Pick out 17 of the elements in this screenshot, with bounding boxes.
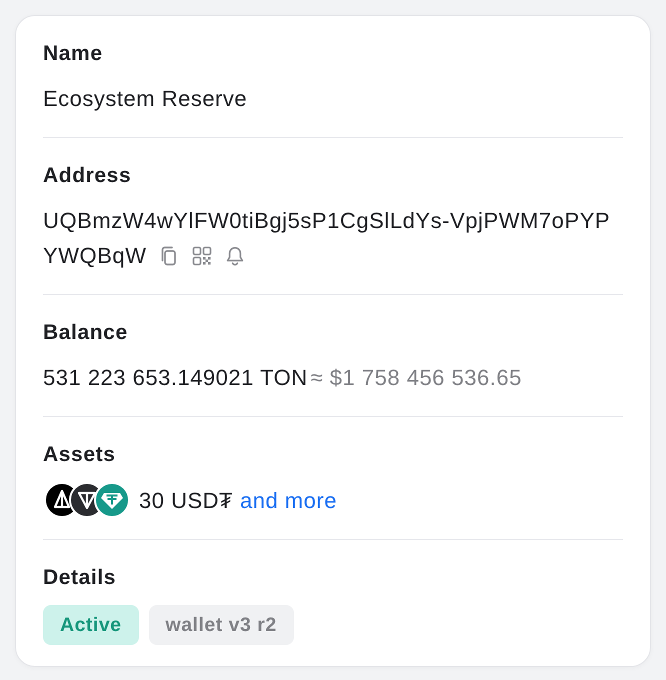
- section-label: Assets: [43, 442, 116, 468]
- copy-icon[interactable]: [158, 246, 179, 266]
- asset-summary: 30 USD₮: [139, 486, 233, 514]
- wallet-address: YWQBqW: [43, 242, 147, 270]
- fiat-value: ≈ $1 758 456 536.65: [310, 365, 522, 390]
- section-label: Balance: [43, 320, 129, 346]
- status-badge: Active: [43, 605, 139, 645]
- balance-amount: 531 223 653.149021 TON: [43, 365, 308, 390]
- section-label: Name: [43, 41, 104, 67]
- wallet-name: Ecosystem Reserve: [43, 85, 248, 113]
- more-assets-link[interactable]: and more: [240, 482, 337, 518]
- bell-icon[interactable]: [224, 246, 245, 266]
- version-badge: wallet v3 r2: [148, 605, 294, 645]
- section-label: Address: [43, 163, 132, 189]
- wallet-address: UQBmzW4wYlFW0tiBgj5sP1CgSlLdYs-VpjPWM7oPYP: [43, 207, 610, 235]
- qr-code-icon[interactable]: [192, 246, 212, 266]
- section-label: Details: [43, 565, 118, 591]
